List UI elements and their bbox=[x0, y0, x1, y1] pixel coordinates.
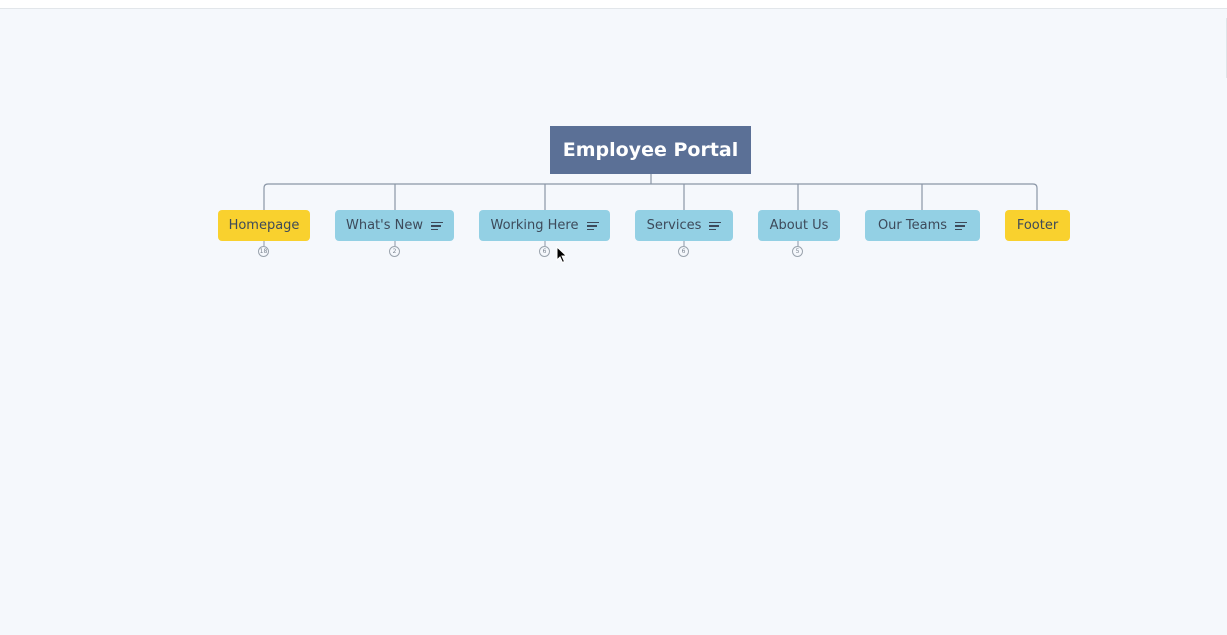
topic-footer[interactable]: Footer bbox=[1005, 210, 1070, 241]
topic-label: Working Here bbox=[490, 218, 579, 233]
topic-about-us[interactable]: About Us bbox=[758, 210, 840, 241]
notes-icon[interactable] bbox=[709, 221, 722, 231]
central-topic-label: Employee Portal bbox=[562, 139, 739, 161]
toolbar-strip bbox=[0, 0, 1227, 9]
notes-icon[interactable] bbox=[431, 221, 443, 231]
notes-icon[interactable] bbox=[955, 221, 968, 231]
connector-lines bbox=[263, 174, 1038, 246]
topic-homepage[interactable]: Homepage bbox=[218, 210, 310, 241]
topic-label: Footer bbox=[1016, 218, 1059, 233]
mindmap-canvas[interactable]: Employee Portal Homepage 18 What's New 2… bbox=[0, 0, 1227, 635]
collapse-count-badge[interactable]: 2 bbox=[389, 246, 400, 257]
notes-icon[interactable] bbox=[586, 221, 599, 231]
topic-services[interactable]: Services bbox=[635, 210, 733, 241]
topic-whats-new[interactable]: What's New bbox=[335, 210, 454, 241]
topic-working-here[interactable]: Working Here bbox=[479, 210, 610, 241]
topic-label: Homepage bbox=[228, 218, 300, 233]
collapse-count-badge[interactable]: 6 bbox=[539, 246, 550, 257]
topic-label: Services bbox=[646, 218, 702, 233]
collapse-count-badge[interactable]: 18 bbox=[258, 246, 269, 257]
collapse-count-badge[interactable]: 6 bbox=[678, 246, 689, 257]
topic-label: What's New bbox=[346, 218, 423, 233]
topic-label: Our Teams bbox=[877, 218, 948, 233]
mouse-cursor-icon bbox=[556, 246, 568, 264]
topic-our-teams[interactable]: Our Teams bbox=[865, 210, 980, 241]
connector-bus bbox=[263, 183, 1038, 210]
topic-label: About Us bbox=[769, 218, 829, 233]
collapse-count-badge[interactable]: 5 bbox=[792, 246, 803, 257]
central-topic[interactable]: Employee Portal bbox=[550, 126, 751, 174]
